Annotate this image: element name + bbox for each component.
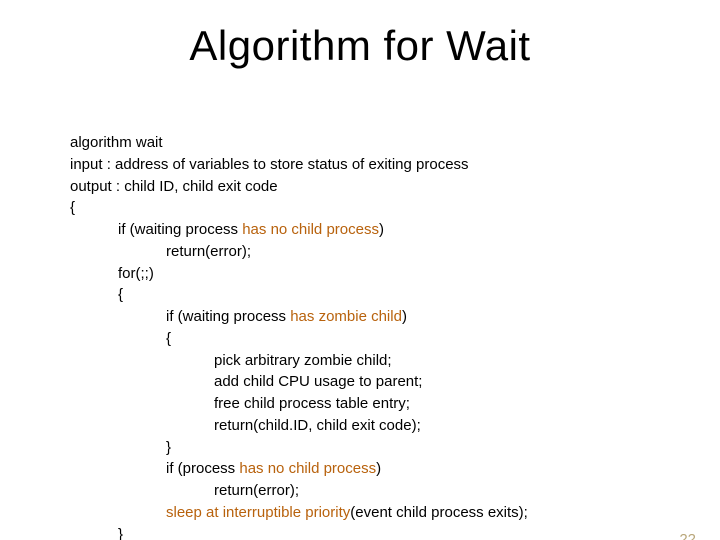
code-line: { xyxy=(70,197,528,219)
code-line: return(child.ID, child exit code); xyxy=(70,415,528,437)
code-line: return(error); xyxy=(70,480,528,502)
code-line: { xyxy=(70,284,528,306)
code-line: free child process table entry; xyxy=(70,393,528,415)
code-line: input : address of variables to store st… xyxy=(70,154,528,176)
code-line: } xyxy=(70,437,528,459)
page-number: 22 xyxy=(679,531,696,540)
code-line: } xyxy=(70,524,528,540)
code-line: output : child ID, child exit code xyxy=(70,176,528,198)
algorithm-body: algorithm wait input : address of variab… xyxy=(70,132,528,540)
code-line: if (waiting process has zombie child) xyxy=(70,306,528,328)
code-line: add child CPU usage to parent; xyxy=(70,371,528,393)
slide-title: Algorithm for Wait xyxy=(0,22,720,70)
code-line: sleep at interruptible priority(event ch… xyxy=(70,502,528,524)
code-line: if (waiting process has no child process… xyxy=(70,219,528,241)
code-line: for(;;) xyxy=(70,263,528,285)
code-line: return(error); xyxy=(70,241,528,263)
code-line: if (process has no child process) xyxy=(70,458,528,480)
code-line: algorithm wait xyxy=(70,132,528,154)
code-line: { xyxy=(70,328,528,350)
code-line: pick arbitrary zombie child; xyxy=(70,350,528,372)
